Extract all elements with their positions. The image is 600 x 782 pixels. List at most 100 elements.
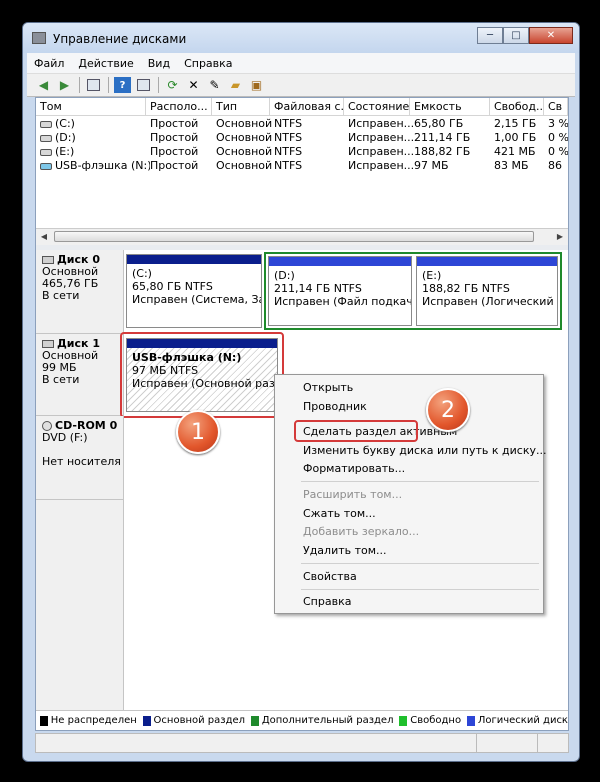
- cell-capacity: 188,82 ГБ: [410, 145, 494, 159]
- cell-capacity: 211,14 ГБ: [410, 131, 494, 145]
- menu-help[interactable]: Справка: [177, 57, 239, 70]
- table-row[interactable]: (E:) Простой Основной NTFS Исправен... 188,82…: [36, 145, 568, 159]
- ctx-extend: Расширить том...: [303, 488, 403, 501]
- maximize-button[interactable]: □: [503, 27, 529, 44]
- cell-volume: (D:): [36, 131, 150, 145]
- col-header-layout[interactable]: Располо...: [146, 98, 212, 115]
- close-button[interactable]: ✕: [529, 27, 573, 44]
- cell-free: 421 МБ: [490, 145, 548, 159]
- scroll-right-icon[interactable]: ▶: [553, 230, 567, 244]
- app-icon: [32, 32, 46, 44]
- cell-filesystem: NTFS: [270, 159, 348, 173]
- cell-status: Исправен...: [344, 117, 414, 131]
- cell-text: (C:): [55, 117, 75, 130]
- col-header-capacity[interactable]: Емкость: [410, 98, 490, 115]
- partition-e[interactable]: (E:) 188,82 ГБ NTFS Исправен (Логический…: [416, 256, 558, 326]
- horizontal-scrollbar[interactable]: ◀ ▶: [36, 228, 568, 245]
- col-header-filesystem[interactable]: Файловая с...: [270, 98, 344, 115]
- table-row[interactable]: USB-флэшка (N:) Простой Основной NTFS Исправ…: [36, 159, 568, 173]
- cell-free-percent: 86: [544, 159, 568, 173]
- toolbar-separator: [79, 77, 80, 93]
- help-icon[interactable]: ?: [114, 77, 131, 93]
- minimize-button[interactable]: ─: [477, 27, 503, 44]
- cell-text: NTFS: [274, 117, 303, 130]
- cell-type: Основной: [212, 117, 274, 131]
- context-menu: Открыть Проводник Сделать раздел активны…: [274, 374, 546, 614]
- cell-text: 65,80 ГБ: [414, 117, 464, 130]
- console-tree-icon[interactable]: [85, 77, 102, 93]
- cd-drive-icon: [42, 421, 52, 431]
- menu-view[interactable]: Вид: [141, 57, 177, 70]
- title-bar[interactable]: Управление дисками ─ □ ✕: [23, 23, 579, 53]
- cell-free-percent: 0 %: [544, 145, 568, 159]
- cell-text: Основной: [216, 117, 273, 130]
- cdrom-0-label[interactable]: CD-ROM 0 DVD (F:) Нет носителя: [36, 416, 124, 500]
- partition-c[interactable]: (C:) 65,80 ГБ NTFS Исправен (Система, За…: [126, 254, 262, 328]
- col-header-free[interactable]: Свобод...: [490, 98, 544, 115]
- ctx-open[interactable]: Открыть: [303, 381, 353, 394]
- cell-text: Исправен...: [348, 131, 414, 144]
- disk-1-label[interactable]: Диск 1 Основной 99 МБ В сети: [36, 334, 124, 416]
- cell-text: 421 МБ: [494, 145, 536, 158]
- partition-d-label: (D:): [274, 269, 295, 282]
- ctx-properties[interactable]: Свойства: [303, 570, 357, 583]
- cdrom-0-status: Нет носителя: [42, 455, 121, 468]
- cell-text: Основной: [216, 131, 273, 144]
- legend-swatch-logical: [467, 715, 475, 726]
- refresh-icon[interactable]: ⟳: [164, 77, 181, 93]
- menu-file[interactable]: Файл: [27, 57, 71, 70]
- cell-filesystem: NTFS: [270, 145, 348, 159]
- legend-free: Свободно: [410, 715, 462, 726]
- scroll-left-icon[interactable]: ◀: [37, 230, 51, 244]
- cell-text: NTFS: [274, 131, 303, 144]
- cell-free: 2,15 ГБ: [490, 117, 548, 131]
- table-row[interactable]: (C:) Простой Основной NTFS Исправен... 65,80 …: [36, 117, 568, 131]
- new-volume-icon[interactable]: ✎: [206, 77, 223, 93]
- cell-text: 3 %: [548, 117, 568, 130]
- ctx-format[interactable]: Форматировать...: [303, 462, 405, 475]
- cell-text: Простой: [150, 117, 199, 130]
- cell-text: Простой: [150, 131, 199, 144]
- col-header-volume[interactable]: Том: [36, 98, 146, 115]
- col-header-status[interactable]: Состояние: [344, 98, 410, 115]
- table-row[interactable]: (D:) Простой Основной NTFS Исправен... 211,14…: [36, 131, 568, 145]
- partition-d-status: Исправен (Файл подкачки, Л: [274, 295, 411, 308]
- cell-free: 1,00 ГБ: [490, 131, 548, 145]
- delete-icon[interactable]: ✕: [185, 77, 202, 93]
- legend-swatch-free: [399, 715, 408, 726]
- cell-text: NTFS: [274, 145, 303, 158]
- callout-badge-2: 2: [426, 388, 470, 432]
- status-bar-pane: [477, 734, 538, 752]
- extended-partition: (D:) 211,14 ГБ NTFS Исправен (Файл подка…: [264, 252, 562, 330]
- ctx-add-mirror: Добавить зеркало...: [303, 525, 420, 538]
- cell-free-percent: 0 %: [544, 131, 568, 145]
- partition-d[interactable]: (D:) 211,14 ГБ NTFS Исправен (Файл подка…: [268, 256, 412, 326]
- explore-icon[interactable]: ▣: [248, 77, 265, 93]
- drive-icon: [40, 134, 52, 142]
- ctx-explorer[interactable]: Проводник: [303, 400, 367, 413]
- ctx-delete[interactable]: Удалить том...: [303, 544, 387, 557]
- forward-arrow-icon[interactable]: ▶: [56, 77, 73, 93]
- ctx-change-letter[interactable]: Изменить букву диска или путь к диску...: [303, 444, 546, 457]
- cell-text: Простой: [150, 145, 199, 158]
- ctx-help[interactable]: Справка: [303, 595, 351, 608]
- col-header-free-percent[interactable]: Св: [544, 98, 568, 115]
- cell-text: Основной: [216, 159, 273, 172]
- ctx-shrink[interactable]: Сжать том...: [303, 507, 376, 520]
- cell-text: 1,00 ГБ: [494, 131, 537, 144]
- disk-0-label[interactable]: Диск 0 Основной 465,76 ГБ В сети: [36, 250, 124, 334]
- open-icon[interactable]: ▰: [227, 77, 244, 93]
- cell-text: 0 %: [548, 131, 568, 144]
- scrollbar-thumb[interactable]: [54, 231, 534, 242]
- cell-free: 83 МБ: [490, 159, 548, 173]
- col-header-type[interactable]: Тип: [212, 98, 270, 115]
- cell-type: Основной: [212, 159, 274, 173]
- properties-icon[interactable]: [135, 77, 152, 93]
- cell-text: 86: [548, 159, 562, 172]
- partition-d-size: 211,14 ГБ NTFS: [274, 282, 362, 295]
- partition-c-status: Исправен (Система, Загру: [132, 293, 261, 306]
- cell-text: NTFS: [274, 159, 303, 172]
- cdrom-0-type: DVD (F:): [42, 431, 88, 444]
- back-arrow-icon[interactable]: ◀: [35, 77, 52, 93]
- menu-action[interactable]: Действие: [71, 57, 140, 70]
